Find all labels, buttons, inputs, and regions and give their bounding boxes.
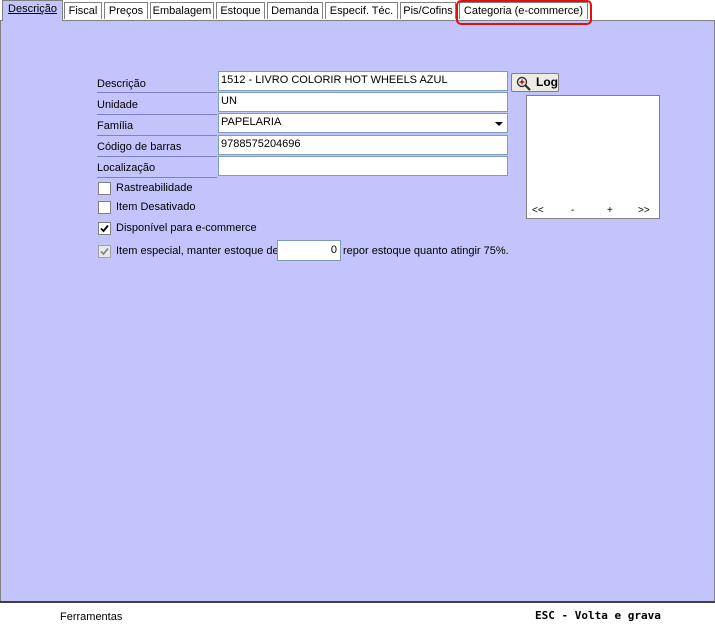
item-desativado-label: Item Desativado: [116, 201, 196, 213]
label-divider: [97, 177, 217, 178]
tab-fiscal[interactable]: Fiscal: [64, 2, 102, 19]
familia-label: Família: [97, 120, 134, 132]
tab-descricao[interactable]: Descrição: [2, 0, 63, 21]
estoque-minimo-input[interactable]: 0: [277, 240, 341, 261]
tab-highlight-outline: [456, 0, 592, 25]
tab-especif-tec[interactable]: Especif. Téc.: [325, 2, 398, 19]
label-divider: [97, 92, 217, 93]
product-image-box: << - + >>: [526, 95, 660, 219]
tab-embalagem[interactable]: Embalagem: [150, 2, 214, 19]
item-especial-label: Item especial, manter estoque de: [116, 245, 279, 257]
ecommerce-label: Disponível para e-commerce: [116, 222, 257, 234]
checkmark-icon: [100, 247, 109, 256]
label-divider: [97, 135, 217, 136]
checkmark-icon: [100, 224, 109, 233]
label-divider: [97, 156, 217, 157]
localizacao-label: Localização: [97, 162, 156, 174]
estoque-suffix-label: repor estoque quanto atingir 75%.: [343, 245, 509, 257]
codigo-barras-input[interactable]: 9788575204696: [218, 135, 508, 155]
image-first-button[interactable]: <<: [532, 205, 544, 216]
unidade-input[interactable]: UN: [218, 92, 508, 112]
esc-hint: ESC - Volta e grava: [535, 609, 661, 622]
tab-pis-cofins[interactable]: Pis/Cofins: [400, 2, 456, 19]
localizacao-input[interactable]: [218, 156, 508, 176]
log-label: Log: [536, 75, 558, 89]
tab-precos[interactable]: Preços: [104, 2, 148, 19]
tab-demanda[interactable]: Demanda: [267, 2, 323, 19]
chevron-down-icon[interactable]: [495, 122, 503, 126]
item-desativado-checkbox[interactable]: [98, 201, 111, 214]
image-minus-button[interactable]: -: [571, 205, 574, 216]
ecommerce-checkbox[interactable]: [98, 222, 111, 235]
item-especial-checkbox[interactable]: [98, 245, 111, 258]
magnifier-plus-icon: [516, 76, 531, 91]
tab-strip: Descrição Fiscal Preços Embalagem Estoqu…: [0, 0, 715, 21]
ferramentas-menu[interactable]: Ferramentas: [60, 611, 122, 623]
rastreabilidade-checkbox[interactable]: [98, 182, 111, 195]
label-divider: [97, 114, 217, 115]
rastreabilidade-label: Rastreabilidade: [116, 182, 193, 194]
status-bar: Ferramentas ESC - Volta e grava: [0, 601, 715, 630]
log-button[interactable]: Log: [511, 73, 559, 92]
familia-select[interactable]: PAPELARIA: [218, 113, 508, 133]
unidade-label: Unidade: [97, 99, 138, 111]
descricao-input[interactable]: 1512 - LIVRO COLORIR HOT WHEELS AZUL: [218, 71, 508, 91]
familia-value: PAPELARIA: [221, 116, 282, 128]
tab-estoque[interactable]: Estoque: [216, 2, 265, 19]
codigo-barras-label: Código de barras: [97, 141, 182, 153]
image-last-button[interactable]: >>: [638, 205, 650, 216]
image-plus-button[interactable]: +: [607, 205, 613, 216]
